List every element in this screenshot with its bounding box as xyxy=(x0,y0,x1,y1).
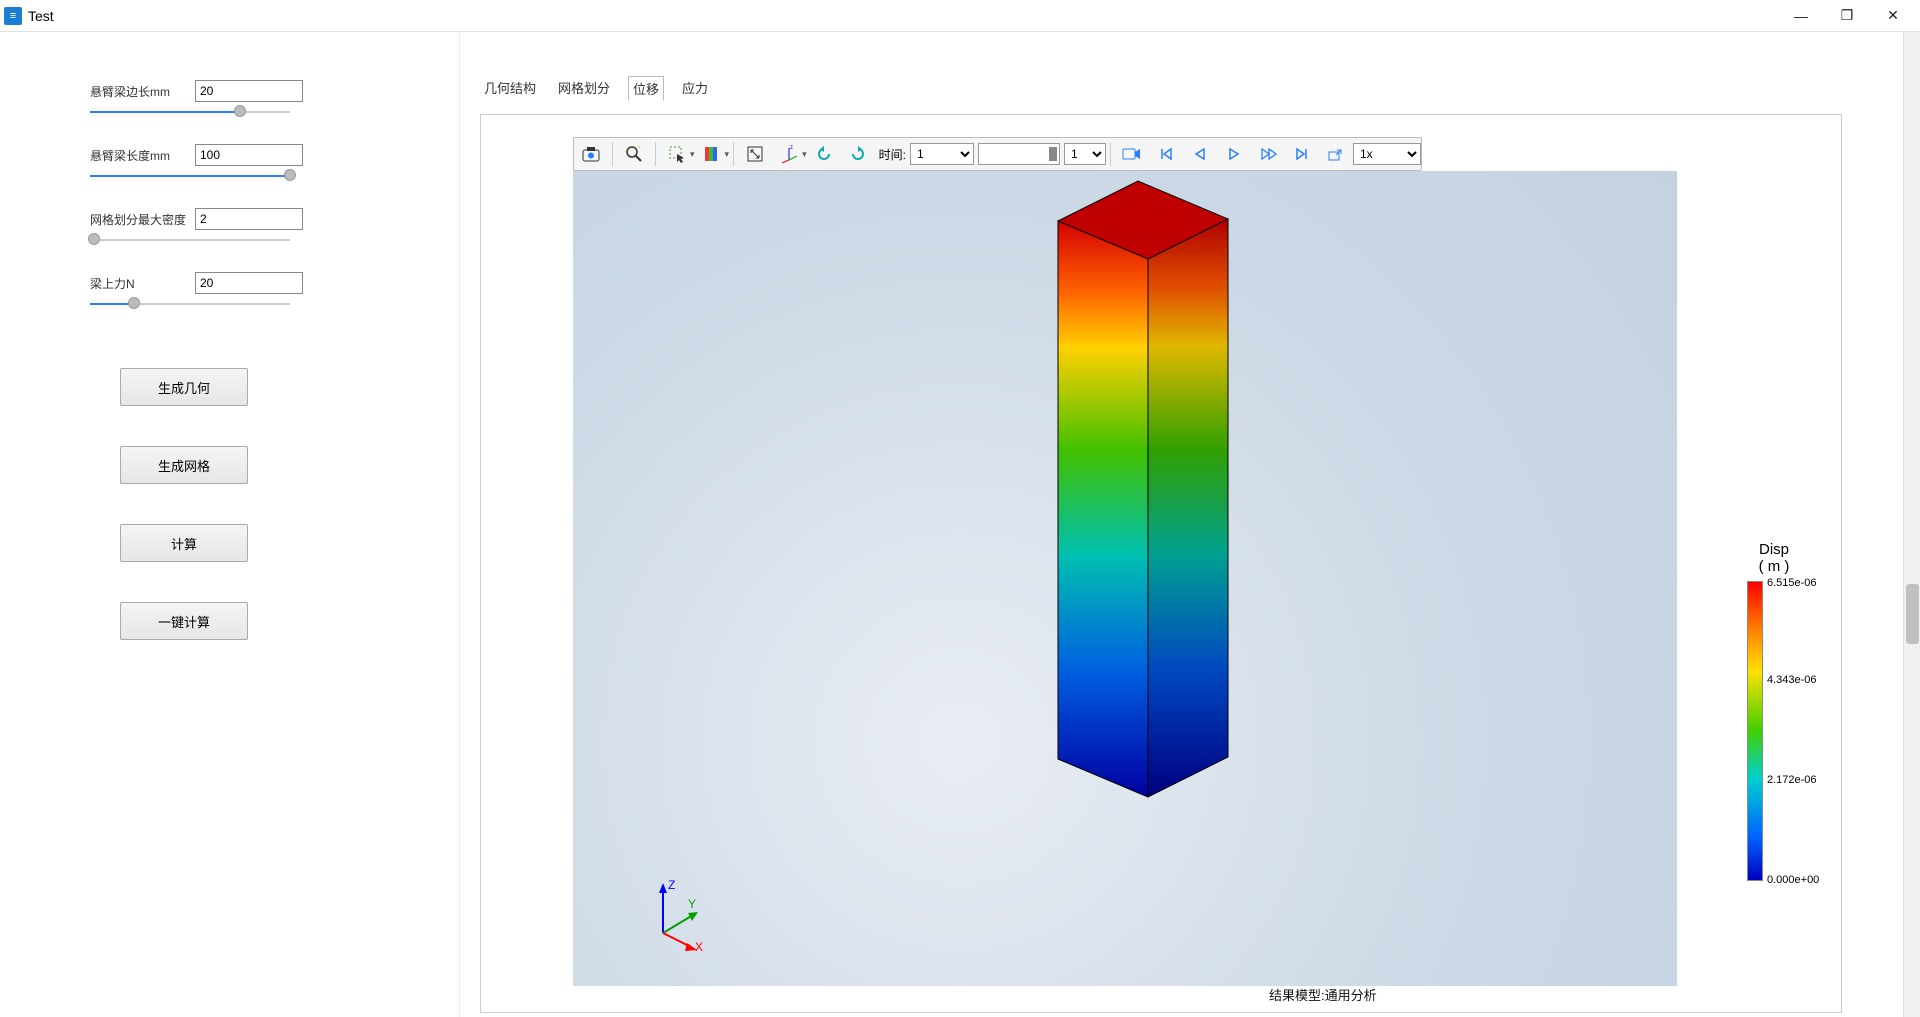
title-bar: ≡ Test ― ❐ ✕ xyxy=(0,0,1920,32)
param-side-length-slider[interactable] xyxy=(90,108,290,116)
legend-tick-2: 4.343e-06 xyxy=(1767,674,1841,686)
svg-text:X: X xyxy=(695,940,703,953)
param-mesh-density-input[interactable] xyxy=(195,208,303,230)
parameter-panel: 悬臂梁边长mm 悬臂梁长度mm 网格划分最大密度 梁上力N 生成几何 生成网格 xyxy=(0,32,460,1017)
prev-frame-icon[interactable] xyxy=(1185,140,1215,168)
redo-icon[interactable] xyxy=(843,140,873,168)
param-length-input[interactable] xyxy=(195,144,303,166)
last-frame-icon[interactable] xyxy=(1287,140,1317,168)
tab-stress[interactable]: 应力 xyxy=(678,76,712,101)
axis-triad: Z Y X xyxy=(643,873,723,956)
beam-model xyxy=(1008,179,1248,799)
tab-mesh[interactable]: 网格划分 xyxy=(554,76,614,101)
legend-tick-max: 6.515e-06 xyxy=(1767,577,1841,589)
param-side-length-input[interactable] xyxy=(195,80,303,102)
axis-view-icon[interactable]: z xyxy=(774,140,804,168)
param-force: 梁上力N xyxy=(90,272,399,294)
svg-text:z: z xyxy=(790,145,793,151)
window-title: Test xyxy=(28,8,54,24)
legend-tick-min: 0.000e+00 xyxy=(1767,874,1841,886)
param-label: 悬臂梁边长mm xyxy=(90,83,195,100)
maximize-button[interactable]: ❐ xyxy=(1824,1,1870,31)
param-label: 悬臂梁长度mm xyxy=(90,147,195,164)
time-label: 时间: xyxy=(875,146,910,163)
param-force-input[interactable] xyxy=(195,272,303,294)
param-label: 梁上力N xyxy=(90,275,195,292)
model-caption: 结果模型:通用分析 xyxy=(1269,985,1377,1004)
one-click-compute-button[interactable]: 一键计算 xyxy=(120,602,248,640)
export-icon[interactable] xyxy=(1321,140,1351,168)
viewer-area: 几何结构 网格划分 位移 应力 ▾ ▾ z ▾ 时间 xyxy=(460,32,1920,1017)
viewer-toolbar: ▾ ▾ z ▾ 时间: 1 1 1x xyxy=(573,137,1422,171)
generate-geometry-button[interactable]: 生成几何 xyxy=(120,368,248,406)
param-force-slider[interactable] xyxy=(90,300,290,308)
legend-title2: ( m ) xyxy=(1719,558,1829,575)
viewport-3d[interactable]: Z Y X xyxy=(573,171,1677,986)
legend-tick-1: 2.172e-06 xyxy=(1767,774,1841,786)
viewer-frame: ▾ ▾ z ▾ 时间: 1 1 1x xyxy=(480,114,1842,1013)
param-mesh-density: 网格划分最大密度 xyxy=(90,208,399,230)
svg-text:Z: Z xyxy=(668,878,675,892)
minimize-button[interactable]: ― xyxy=(1778,1,1824,31)
color-legend: Disp ( m ) 6.515e-06 4.343e-06 2.172e-06… xyxy=(1677,171,1841,986)
generate-mesh-button[interactable]: 生成网格 xyxy=(120,446,248,484)
time-slider[interactable] xyxy=(978,143,1060,165)
param-side-length: 悬臂梁边长mm xyxy=(90,80,399,102)
zoom-icon[interactable] xyxy=(619,140,649,168)
close-button[interactable]: ✕ xyxy=(1870,1,1916,31)
select-icon[interactable] xyxy=(662,140,692,168)
legend-colorbar xyxy=(1747,581,1763,881)
app-icon: ≡ xyxy=(4,7,22,25)
vertical-scrollbar[interactable] xyxy=(1903,32,1920,1017)
display-mode-icon[interactable] xyxy=(697,140,727,168)
compute-button[interactable]: 计算 xyxy=(120,524,248,562)
param-length-slider[interactable] xyxy=(90,172,290,180)
legend-title1: Disp xyxy=(1719,541,1829,558)
undo-icon[interactable] xyxy=(809,140,839,168)
screenshot-icon[interactable] xyxy=(576,140,606,168)
param-mesh-density-slider[interactable] xyxy=(90,236,290,244)
frame-select[interactable]: 1 xyxy=(1064,143,1106,165)
play-icon[interactable] xyxy=(1219,140,1249,168)
result-tabs: 几何结构 网格划分 位移 应力 xyxy=(460,32,1920,109)
tab-displacement[interactable]: 位移 xyxy=(628,76,664,101)
param-length: 悬臂梁长度mm xyxy=(90,144,399,166)
svg-text:Y: Y xyxy=(688,897,696,911)
time-select[interactable]: 1 xyxy=(910,143,974,165)
first-frame-icon[interactable] xyxy=(1151,140,1181,168)
next-frame-icon[interactable] xyxy=(1253,140,1283,168)
record-icon[interactable] xyxy=(1117,140,1147,168)
fit-icon[interactable] xyxy=(740,140,770,168)
tab-geometry[interactable]: 几何结构 xyxy=(480,76,540,101)
speed-select[interactable]: 1x xyxy=(1353,143,1421,165)
param-label: 网格划分最大密度 xyxy=(90,211,195,228)
